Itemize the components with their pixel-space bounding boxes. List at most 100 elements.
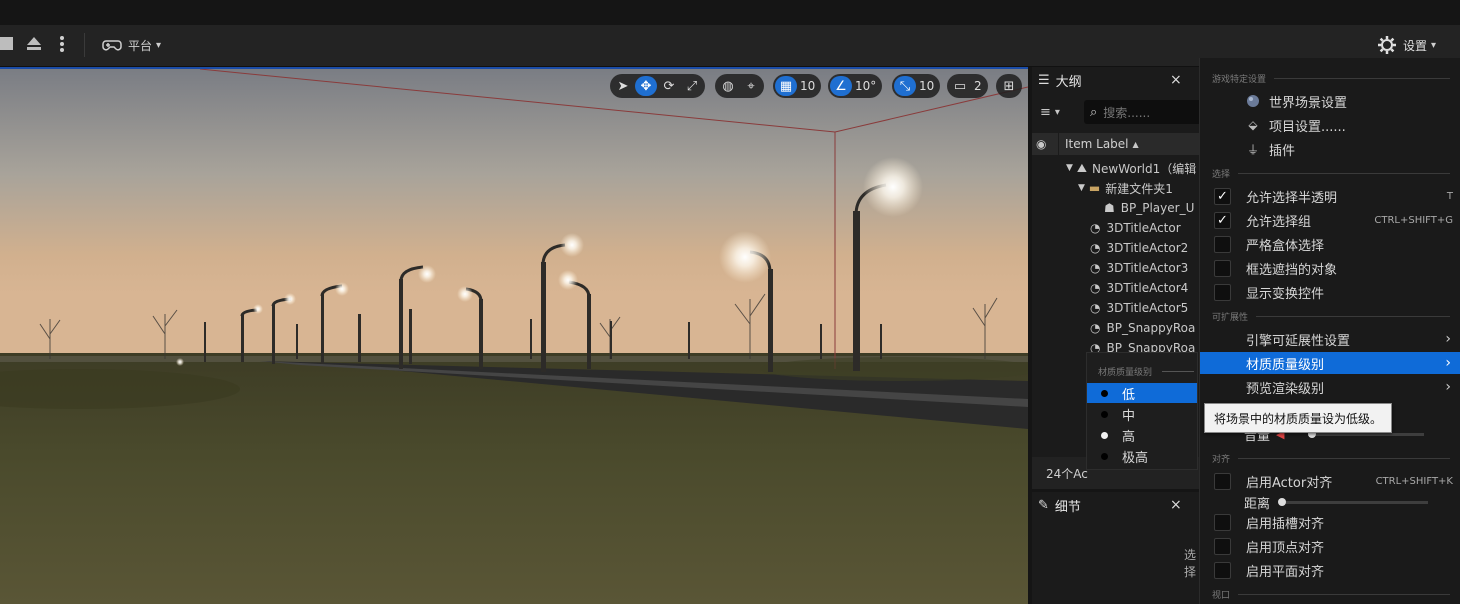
menu-item-label: 启用Actor对齐 (1246, 475, 1333, 491)
material-quality-item[interactable]: 材质质量级别 › (1200, 352, 1460, 374)
actor-snap-item[interactable]: 启用Actor对齐 CTRL+SHIFT+K (1200, 470, 1460, 492)
menu-item-label: 允许选择半透明 (1246, 190, 1338, 206)
distance-row: 距离 (1200, 491, 1460, 513)
submenu-header: 材质质量级别 (1098, 365, 1194, 378)
close-icon[interactable]: × (1170, 497, 1182, 513)
coordinate-tools: ◍ ⌖ (715, 74, 764, 98)
layout-group: ⊞ (996, 74, 1022, 98)
plugins-item[interactable]: ⏚ 插件 (1200, 138, 1460, 160)
gear-icon (1378, 36, 1396, 54)
radio-dot-icon (1101, 452, 1108, 460)
quality-option-low[interactable]: 低 (1087, 383, 1197, 403)
actor-icon: ◔ (1090, 261, 1101, 275)
menu-item-label: 允许选择组 (1246, 214, 1312, 230)
level-viewport[interactable]: ➤ ✥ ⟳ ⤢ ◍ ⌖ ▦ 10 ∠ 10° ⤡ 10 ▭ 2 ⊞ (0, 67, 1028, 604)
chevron-right-icon: › (1445, 355, 1451, 371)
rotation-snap-value[interactable]: 10° (853, 79, 880, 93)
quality-option-epic[interactable]: 极高 (1087, 446, 1197, 466)
rotation-snap-icon[interactable]: ∠ (830, 76, 852, 96)
list-item[interactable]: ◔ 3DTitleActor5 (1032, 298, 1200, 318)
search-icon: ⌕ (1090, 104, 1098, 120)
volume-slider[interactable] (1308, 433, 1424, 436)
visibility-icon[interactable]: ◉ (1036, 137, 1052, 151)
checkbox-unchecked[interactable] (1214, 283, 1231, 301)
distance-label: 距离 (1244, 496, 1271, 512)
grid-snap-value[interactable]: 10 (798, 79, 819, 93)
list-item[interactable]: ◔ 3DTitleActor4 (1032, 278, 1200, 298)
checkbox-checked[interactable]: ✓ (1214, 187, 1231, 205)
show-transform-item[interactable]: 显示变换控件 (1200, 281, 1460, 303)
rotate-mode-icon[interactable]: ⟳ (658, 76, 680, 96)
project-settings-item[interactable]: ⬙ 项目设置...... (1200, 114, 1460, 136)
camera-icon[interactable]: ▭ (949, 76, 971, 96)
checkbox-unchecked[interactable] (1214, 259, 1231, 277)
scale-mode-icon[interactable]: ⤢ (681, 76, 703, 96)
world-settings-item[interactable]: 世界场景设置 (1200, 90, 1460, 112)
checkbox-unchecked[interactable] (1214, 513, 1231, 531)
preview-rendering-item[interactable]: 预览渲染级别 › (1200, 376, 1460, 398)
distance-slider[interactable] (1280, 501, 1428, 504)
close-icon[interactable]: × (1170, 72, 1182, 88)
platform-button[interactable]: 平台 ▾ (102, 34, 161, 56)
checkbox-unchecked[interactable] (1214, 561, 1231, 579)
eject-icon[interactable] (25, 34, 43, 52)
socket-snap-item[interactable]: 启用插槽对齐 (1200, 511, 1460, 533)
actor-icon: ◔ (1090, 321, 1101, 335)
translate-mode-icon[interactable]: ✥ (635, 76, 657, 96)
section-snapping: 对齐 (1212, 452, 1450, 465)
select-mode-icon[interactable]: ➤ (612, 76, 634, 96)
list-item-label: 3DTitleActor (1106, 221, 1181, 235)
checkbox-unchecked[interactable] (1214, 235, 1231, 253)
plane-snap-item[interactable]: 启用平面对齐 (1200, 559, 1460, 581)
outliner-title: 大纲 (1055, 74, 1082, 90)
divider (1162, 371, 1194, 372)
vertex-snap-item[interactable]: 启用顶点对齐 (1200, 535, 1460, 557)
quality-option-high[interactable]: 高 (1087, 425, 1197, 445)
grid-snap-icon[interactable]: ▦ (775, 76, 797, 96)
checkbox-unchecked[interactable] (1214, 472, 1231, 490)
camera-speed-value[interactable]: 2 (972, 79, 986, 93)
list-item[interactable]: ☗ BP_Player_U (1032, 198, 1200, 218)
rotation-snap-group: ∠ 10° (828, 74, 883, 98)
distance-slider-handle[interactable] (1278, 498, 1286, 506)
list-item[interactable]: ◔ 3DTitleActor3 (1032, 258, 1200, 278)
filter-button[interactable]: ≡ ▾ (1040, 103, 1080, 121)
details-tab[interactable]: ✎ 细节 × (1032, 492, 1192, 518)
quality-option-medium[interactable]: 中 (1087, 404, 1197, 424)
scale-snap-value[interactable]: 10 (917, 79, 938, 93)
search-input[interactable]: ⌕ 搜索...... (1084, 100, 1204, 124)
tooltip-text: 将场景中的材质质量设为低级。 (1214, 411, 1383, 426)
occluded-item[interactable]: 框选遮挡的对象 (1200, 257, 1460, 279)
item-label-column[interactable]: Item Label (1065, 137, 1129, 151)
list-item[interactable]: ◔ 3DTitleActor2 (1032, 238, 1200, 258)
list-item[interactable]: ◔ BP_SnappyRoa (1032, 318, 1200, 338)
list-item[interactable]: ▼ ▬ 新建文件夹1 (1032, 178, 1200, 198)
scale-snap-group: ⤡ 10 (892, 74, 941, 98)
scale-snap-icon[interactable]: ⤡ (894, 76, 916, 96)
outliner-tab[interactable]: ☰ 大纲 × (1032, 67, 1192, 93)
more-options-icon[interactable] (58, 34, 66, 54)
section-label: 选择 (1212, 170, 1231, 180)
surface-snap-icon[interactable]: ⌖ (740, 76, 762, 96)
engine-scalability-item[interactable]: 引擎可延展性设置 › (1200, 328, 1460, 350)
actor-count: 24个Ac (1046, 466, 1088, 481)
checkbox-unchecked[interactable] (1214, 537, 1231, 555)
section-label: 游戏特定设置 (1212, 75, 1267, 85)
allow-translucent-item[interactable]: ✓ 允许选择半透明 T (1200, 185, 1460, 207)
world-coordinates-icon[interactable]: ◍ (717, 76, 739, 96)
settings-button[interactable]: 设置 ▾ (1377, 34, 1436, 56)
section-label: 视口 (1212, 591, 1231, 601)
quality-option-label: 极高 (1122, 450, 1149, 466)
strict-box-item[interactable]: 严格盒体选择 (1200, 233, 1460, 255)
menu-item-label: 严格盒体选择 (1246, 238, 1325, 254)
camera-speed-group: ▭ 2 (947, 74, 988, 98)
section-viewport: 视口 (1212, 588, 1450, 601)
list-item[interactable]: ◔ 3DTitleActor (1032, 218, 1200, 238)
allow-group-item[interactable]: ✓ 允许选择组 CTRL+SHIFT+G (1200, 209, 1460, 231)
radio-dot-icon (1101, 410, 1108, 418)
checkbox-checked[interactable]: ✓ (1214, 211, 1231, 229)
viewport-layout-icon[interactable]: ⊞ (998, 76, 1020, 96)
list-item[interactable]: ▼ ⛰ NewWorld1（编辑 (1032, 158, 1200, 178)
stop-button[interactable] (0, 37, 13, 50)
material-quality-submenu: 材质质量级别 低 中 高 极高 (1086, 352, 1198, 470)
